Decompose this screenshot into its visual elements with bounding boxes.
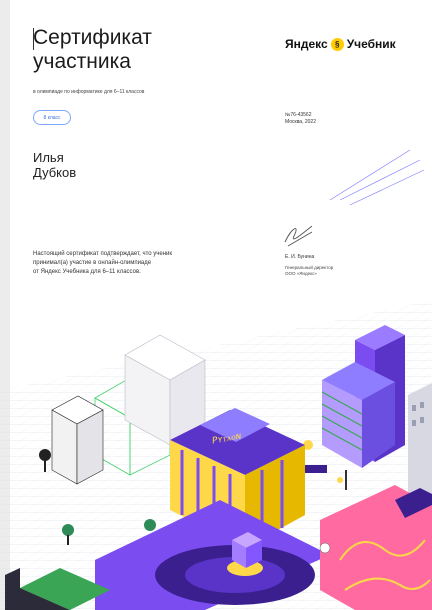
certificate-number: №76-43562 <box>285 112 312 118</box>
signer-name: Е. И. Бунина <box>285 254 315 260</box>
statement-line-1: Настоящий сертификат подтверждает, что у… <box>33 251 173 257</box>
participant-first-name: Илья <box>33 150 64 165</box>
logo-word-uchebnik: Учебник <box>346 37 396 51</box>
logo-word-yandex: Яндекс <box>285 37 328 51</box>
decor-lines <box>329 149 425 206</box>
title-line-2: участника <box>33 50 131 73</box>
title-line-1: Сертификат <box>33 26 152 49</box>
signer-role: Генеральный директор ООО «Яндекс» <box>285 265 333 277</box>
participant-last-name: Дубков <box>33 165 77 180</box>
grade-badge: 8 класс <box>33 110 71 125</box>
olympiad-subtitle: в олимпиаде по информатике для 6–11 клас… <box>33 89 145 95</box>
certificate-place-year: Москва, 2022 <box>285 119 316 125</box>
statement-line-3: от Яндекс Учебника для 6–11 классов. <box>33 269 141 275</box>
certificate-page: Pʏᴛᴀᴏɴ Сертификат участника в олимпиаде … <box>0 0 432 610</box>
logo-badge-icon: § <box>330 37 344 51</box>
statement-line-2: принимал(а) участие в онлайн-олимпиаде <box>33 260 152 266</box>
signature-icon <box>284 225 313 247</box>
text-caret <box>33 28 34 50</box>
yandex-uchebnik-logo: Яндекс § Учебник <box>285 37 396 51</box>
participant-name: Илья Дубков <box>33 150 76 180</box>
certificate-meta: №76-43562 Москва, 2022 <box>285 112 316 126</box>
left-small-building <box>51 395 104 485</box>
certificate-title: Сертификат участника <box>33 26 152 74</box>
signer-role-line-2: ООО «Яндекс» <box>285 271 317 276</box>
certificate-statement: Настоящий сертификат подтверждает, что у… <box>33 250 253 277</box>
